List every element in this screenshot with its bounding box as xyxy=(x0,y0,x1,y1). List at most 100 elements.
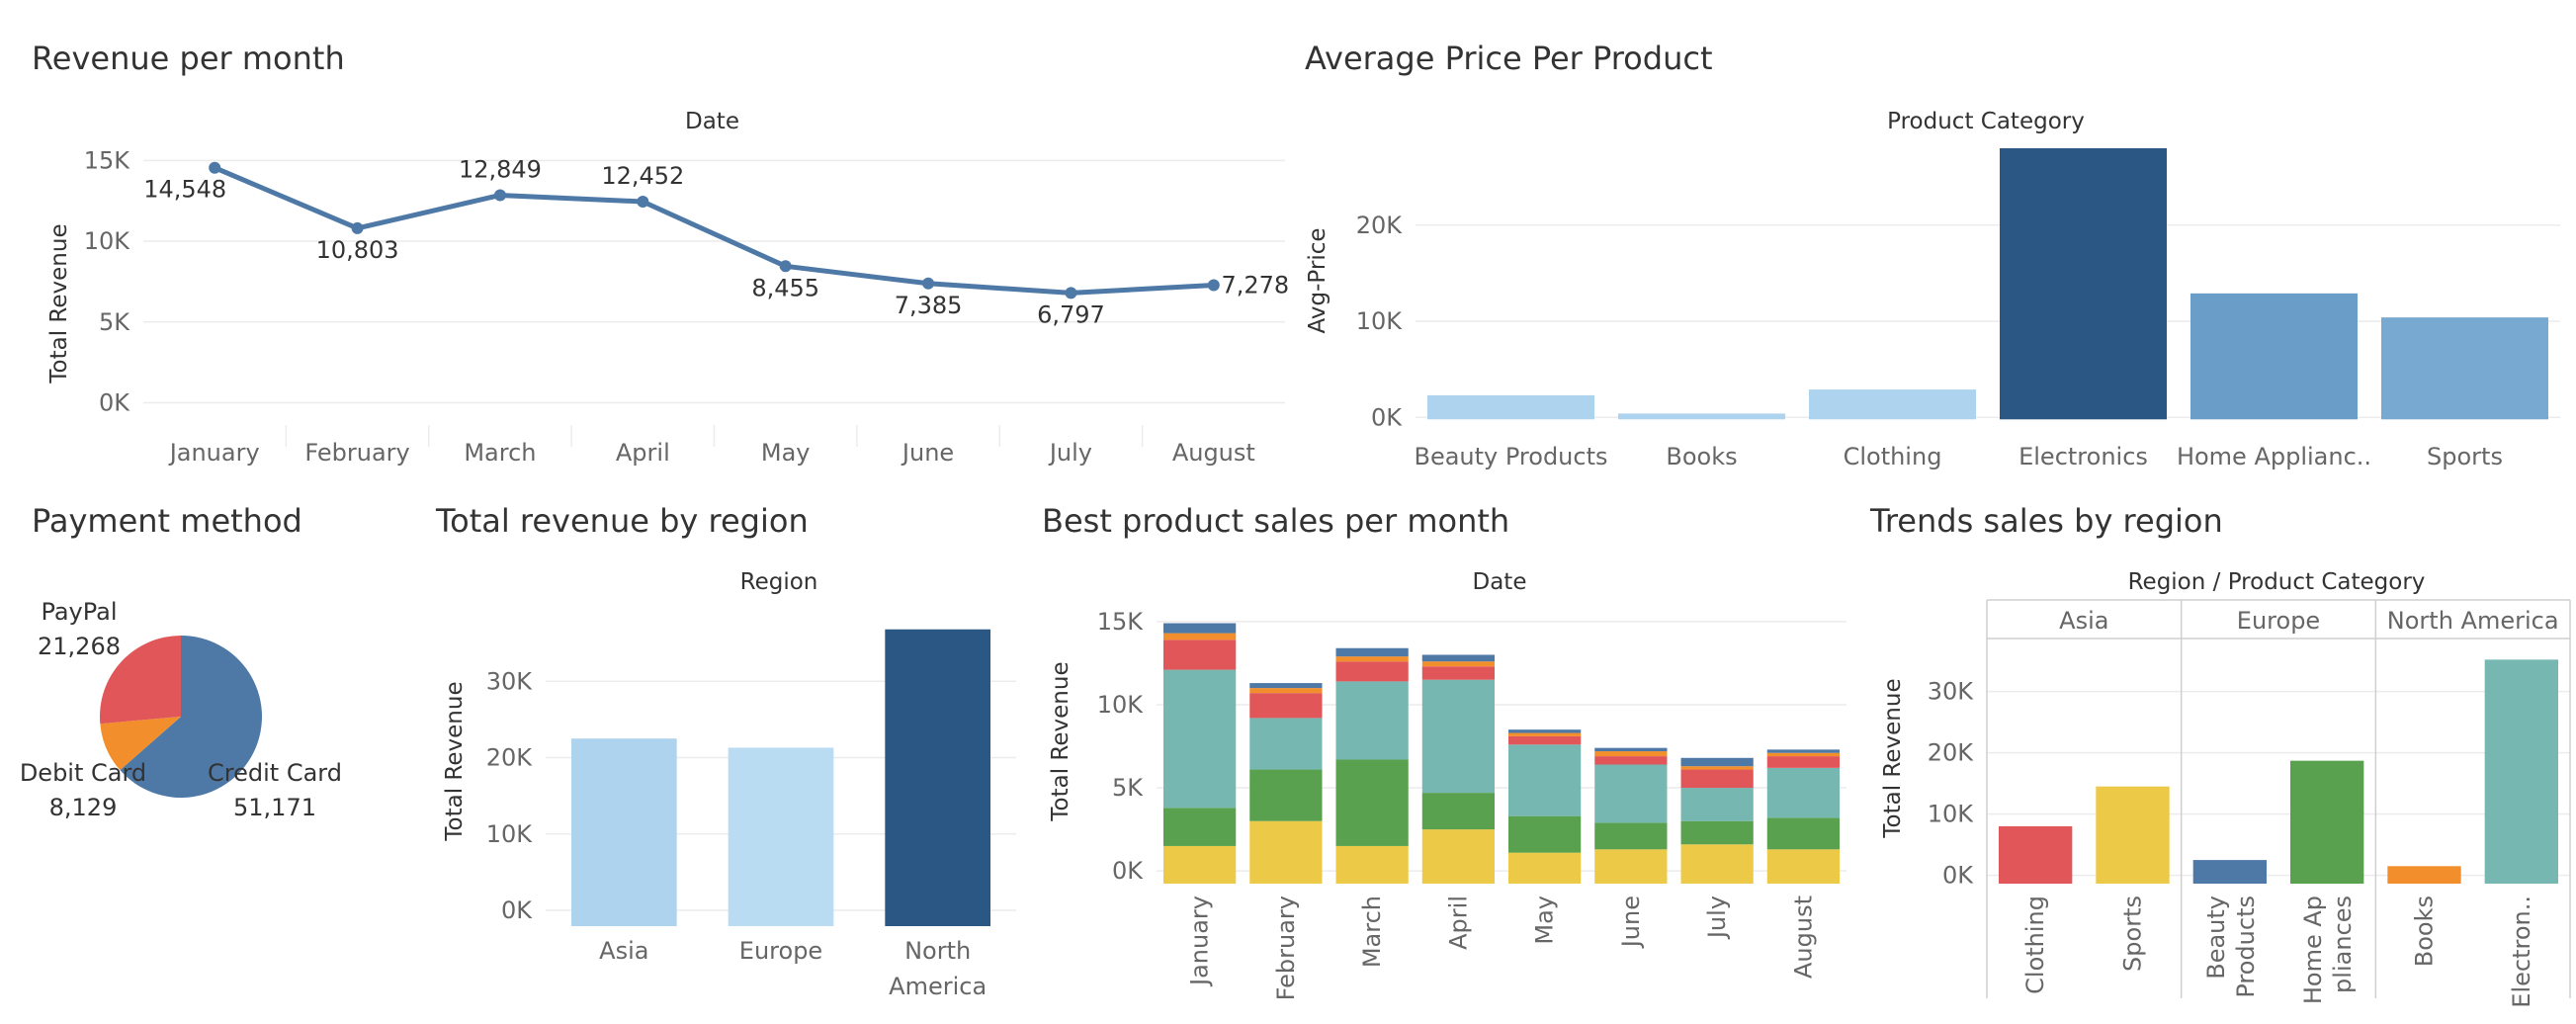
data-label: 14,548 xyxy=(143,176,226,204)
revenue-line xyxy=(214,165,1214,296)
y-tick-label: 0K xyxy=(501,896,533,924)
x-tick-label: North xyxy=(904,937,971,965)
stack-segment xyxy=(1163,808,1237,846)
data-label: 7,385 xyxy=(895,292,963,319)
x-tick-label: March xyxy=(464,439,536,467)
bar xyxy=(2000,148,2167,420)
stack-segment xyxy=(1249,688,1323,694)
data-label: 8,455 xyxy=(751,274,819,301)
region-header: Europe xyxy=(2237,607,2320,635)
x-tick-label: Europe xyxy=(739,937,822,965)
y-tick-label: 0K xyxy=(1371,403,1403,431)
bar xyxy=(1427,394,1594,420)
data-point xyxy=(1065,287,1077,299)
x-tick-label: Home Applianc.. xyxy=(2177,443,2371,470)
slice-name: Debit Card xyxy=(20,759,146,787)
header-label: Region xyxy=(740,569,818,595)
bar xyxy=(2190,293,2358,420)
stack-segment xyxy=(1594,751,1668,757)
y-tick-label: 10K xyxy=(486,820,534,848)
x-tick-label: Products xyxy=(2232,896,2260,998)
stack-segment xyxy=(1163,640,1237,670)
data-point xyxy=(922,277,935,290)
stack-segment xyxy=(1508,852,1582,884)
stack-segment xyxy=(1508,732,1582,736)
stack-segment xyxy=(1766,749,1840,753)
x-tick-label: June xyxy=(901,439,954,467)
data-point xyxy=(637,195,649,208)
bar xyxy=(2192,860,2267,884)
stack-segment xyxy=(1680,844,1754,884)
stack-segment xyxy=(1766,756,1840,768)
payment-method-panel: Payment method Credit Card 51,171 Debit Ca… xyxy=(0,494,415,1024)
bar xyxy=(728,747,834,927)
y-tick-label: 15K xyxy=(84,146,131,174)
x-tick-label: Sports xyxy=(2427,443,2503,470)
bar xyxy=(2290,760,2364,884)
data-label: 7,278 xyxy=(1221,272,1289,299)
stack-segment xyxy=(1508,735,1582,745)
data-label: 12,849 xyxy=(459,155,542,183)
y-tick-label: 15K xyxy=(1097,608,1145,636)
stack-segment xyxy=(1594,822,1668,850)
region-header: North America xyxy=(2387,607,2559,635)
stack-segment xyxy=(1508,744,1582,816)
y-tick-label: 10K xyxy=(1356,307,1404,335)
payment-method-chart: Credit Card 51,171 Debit Card 8,129 PayPal 21… xyxy=(20,598,342,821)
stack-segment xyxy=(1249,769,1323,821)
x-tick-label: July xyxy=(1703,896,1731,940)
x-tick-label: February xyxy=(304,439,409,467)
header-label: Date xyxy=(685,109,739,134)
bar xyxy=(1999,826,2073,884)
data-point xyxy=(493,189,506,202)
stack-segment xyxy=(1421,654,1495,662)
y-tick-label: 0K xyxy=(1112,857,1144,885)
stack-segment xyxy=(1335,681,1409,760)
stack-segment xyxy=(1421,793,1495,830)
y-tick-label: 0K xyxy=(99,388,130,416)
header-label: Date xyxy=(1473,569,1527,595)
stack-segment xyxy=(1421,661,1495,667)
y-tick-label: 20K xyxy=(486,744,534,772)
y-tick-label: 5K xyxy=(1112,774,1144,802)
x-tick-label: pliances xyxy=(2329,896,2357,993)
y-tick-label: 20K xyxy=(1356,212,1404,239)
y-axis-label: Total Revenue xyxy=(46,223,72,384)
stack-segment xyxy=(1594,747,1668,752)
avg-price-panel: Average Price Per Product Product Catego… xyxy=(1285,0,2570,494)
y-tick-label: 20K xyxy=(1928,739,1975,767)
y-tick-label: 10K xyxy=(1097,691,1145,719)
y-tick-label: 10K xyxy=(1928,801,1975,828)
stack-segment xyxy=(1594,764,1668,823)
bar xyxy=(2381,317,2548,420)
stack-segment xyxy=(1594,756,1668,765)
y-tick-label: 30K xyxy=(1928,678,1975,706)
stack-segment xyxy=(1163,633,1237,640)
x-tick-label: Electron.. xyxy=(2508,896,2535,1008)
best-product-sales-chart: Date Total Revenue 0K 5K 10K 15K January Februa… xyxy=(1048,569,1846,1000)
bar xyxy=(571,738,677,927)
x-tick-label: January xyxy=(1186,896,1214,987)
x-tick-label: Beauty xyxy=(2202,896,2230,980)
stack-segment xyxy=(1335,661,1409,682)
x-tick-label: August xyxy=(1172,439,1255,467)
stack-segment xyxy=(1766,817,1840,850)
avg-price-chart: Product Category Avg-Price 0K 10K 20K Beauty … xyxy=(1305,109,2560,470)
x-tick-label: Books xyxy=(2411,896,2439,967)
stack-segment xyxy=(1335,647,1409,657)
stack-segment xyxy=(1680,766,1754,770)
data-label: 12,452 xyxy=(601,162,684,190)
stack-segment xyxy=(1680,769,1754,789)
x-tick-label: Clothing xyxy=(1844,443,1942,470)
stack-segment xyxy=(1335,656,1409,662)
data-point xyxy=(1207,279,1220,292)
data-label: 10,803 xyxy=(316,236,399,264)
x-tick-label: Beauty Products xyxy=(1414,443,1607,470)
bar xyxy=(2387,866,2461,884)
x-tick-label: Electronics xyxy=(2018,443,2148,470)
bar xyxy=(2484,659,2558,884)
stack-segment xyxy=(1421,666,1495,680)
stack-segment xyxy=(1766,849,1840,884)
x-tick-label: America xyxy=(889,973,987,1000)
stack-segment xyxy=(1335,759,1409,846)
